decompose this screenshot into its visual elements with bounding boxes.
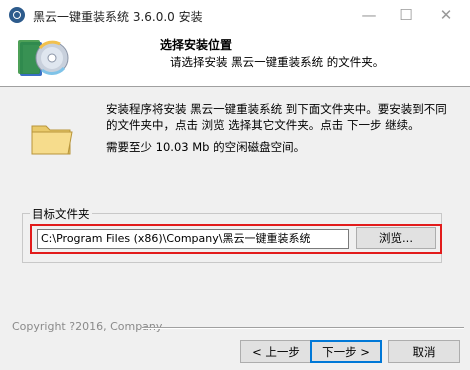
window-title: 黑云一键重装系统 3.6.0.0 安装 — [33, 10, 203, 24]
browse-button[interactable]: 浏览... — [356, 227, 436, 249]
minimize-button[interactable]: — — [349, 0, 389, 30]
title-bar: 黑云一键重装系统 3.6.0.0 安装 — ☐ ✕ — [0, 0, 470, 30]
header-title: 选择安装位置 — [160, 38, 233, 52]
cancel-button[interactable]: 取消 — [388, 340, 460, 363]
close-button[interactable]: ✕ — [426, 0, 466, 30]
app-logo-icon — [9, 7, 25, 23]
back-button[interactable]: < 上一步 — [240, 340, 312, 363]
maximize-button[interactable]: ☐ — [386, 0, 426, 30]
destination-label: 目标文件夹 — [30, 206, 92, 222]
space-required-text: 需要至少 10.03 Mb 的空闲磁盘空间。 — [106, 140, 306, 154]
copyright-text: Copyright ?2016, Company — [12, 320, 163, 333]
installer-cd-icon — [18, 40, 69, 76]
next-button[interactable]: 下一步 > — [310, 340, 382, 363]
destination-path-input[interactable]: C:\Program Files (x86)\Company\黑云一键重装系统 — [37, 229, 349, 249]
wizard-header: 选择安装位置 请选择安装 黑云一键重装系统 的文件夹。 — [0, 30, 470, 87]
footer-separator — [142, 327, 464, 329]
install-description: 安装程序将安装 黑云一键重装系统 到下面文件夹中。要安装到不同的文件夹中，点击 … — [106, 102, 447, 132]
folder-icon — [31, 125, 73, 155]
header-subtitle: 请选择安装 黑云一键重装系统 的文件夹。 — [170, 55, 385, 69]
